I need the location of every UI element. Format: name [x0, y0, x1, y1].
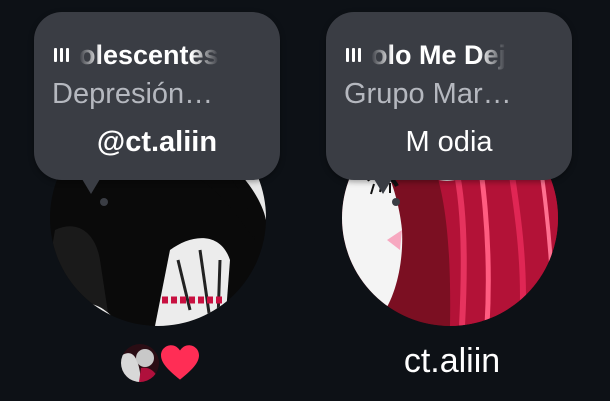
note-card-left[interactable]: olescentes Depresión… @ct.aliin — [30, 0, 290, 401]
heart-icon — [161, 345, 199, 380]
note-card-right[interactable]: olo Me Dej Grupo Mar… M odia ct.aliin — [322, 0, 582, 401]
music-bars-icon — [346, 48, 361, 62]
reactor-avatar[interactable] — [121, 344, 159, 382]
bubble-tail — [82, 179, 100, 194]
bubble-tail-dot — [392, 198, 400, 206]
note-caption: @ct.aliin — [96, 126, 218, 158]
reaction-row[interactable] — [121, 343, 199, 383]
username-label: ct.aliin — [403, 342, 501, 380]
song-artist: Grupo Mar… — [344, 78, 512, 110]
song-title: olescentes — [79, 39, 219, 70]
bubble-tail-dot — [100, 198, 108, 206]
bubble-tail — [374, 179, 392, 194]
music-note-bubble[interactable]: olescentes Depresión… @ct.aliin — [34, 12, 280, 206]
music-bars-icon — [54, 48, 69, 62]
song-title: olo Me Dej — [371, 39, 507, 70]
note-caption: M odia — [405, 126, 493, 158]
music-note-bubble[interactable]: olo Me Dej Grupo Mar… M odia — [326, 12, 572, 206]
song-artist: Depresión… — [52, 78, 214, 110]
